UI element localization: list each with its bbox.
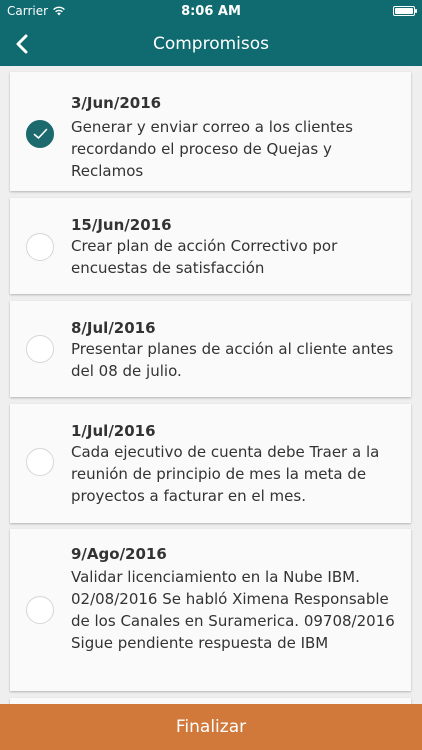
task-checkbox[interactable] [26,335,54,363]
carrier-label: Carrier [7,4,49,18]
chevron-left-icon [16,34,28,54]
task-card[interactable]: 15/Jun/2016 Crear plan de acción Correct… [10,198,411,294]
task-checkbox[interactable] [26,233,54,261]
task-date: 8/Jul/2016 [71,319,156,337]
task-date: 3/Jun/2016 [71,94,162,112]
task-description: Generar y enviar correo a los clientes r… [71,118,353,180]
task-date: 1/Jul/2016 [71,422,156,440]
task-card[interactable]: 9/Ago/2016 Validar licenciamiento en la … [10,529,411,691]
task-checkbox[interactable] [26,596,54,624]
back-button[interactable] [8,30,36,58]
task-list[interactable]: 3/Jun/2016 Generar y enviar correo a los… [0,66,422,704]
task-description: Cada ejecutivo de cuenta debe Traer a la… [71,443,380,505]
task-checkbox[interactable] [26,120,54,148]
task-checkbox[interactable] [26,448,54,476]
battery-icon [393,6,417,16]
status-left: Carrier [7,4,66,18]
task-description: Validar licenciamiento en la Nube IBM. 0… [71,568,395,652]
task-description: Crear plan de acción Correctivo por encu… [71,237,338,277]
task-date: 9/Ago/2016 [71,545,167,563]
checkmark-icon [33,128,48,139]
task-date: 15/Jun/2016 [71,216,172,234]
task-card[interactable]: 8/Jul/2016 Presentar planes de acción al… [10,301,411,397]
navigation-bar: Compromisos [0,22,422,66]
page-title: Compromisos [152,34,270,54]
task-card[interactable]: 3/Jun/2016 Generar y enviar correo a los… [10,72,411,191]
status-bar: Carrier 8:06 AM [0,0,422,22]
finalizar-button[interactable]: Finalizar [0,704,422,750]
task-description: Presentar planes de acción al cliente an… [71,340,394,380]
task-card[interactable]: 1/Jul/2016 Cada ejecutivo de cuenta debe… [10,404,411,523]
wifi-icon [53,6,65,16]
